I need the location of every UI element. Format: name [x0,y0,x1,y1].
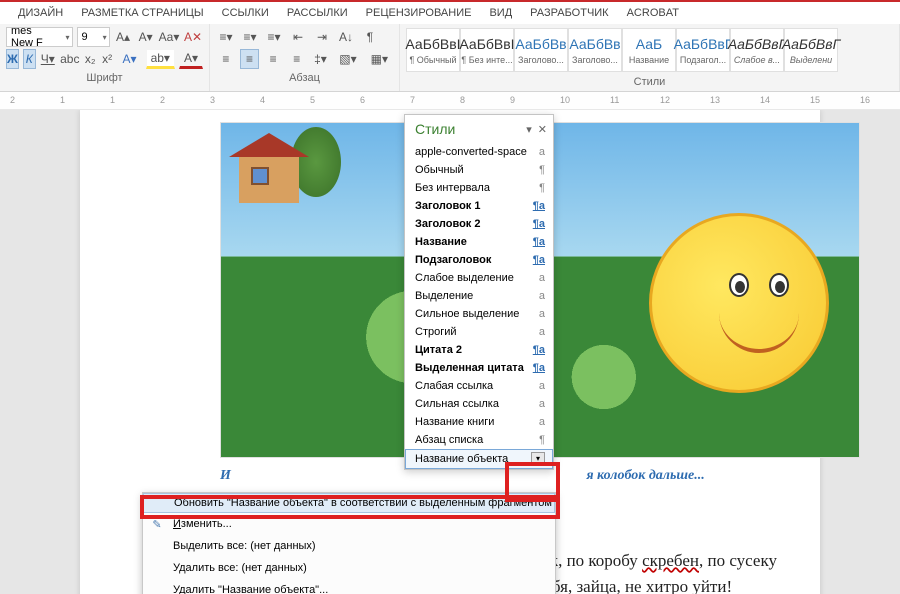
strike-button[interactable]: abc [60,49,80,69]
subscript-button[interactable]: x₂ [84,49,97,69]
style-swatch[interactable]: АаБНазвание [622,28,676,72]
task-pane-options-icon[interactable]: ▾ [526,123,532,136]
close-icon[interactable]: ✕ [538,123,547,136]
style-swatch[interactable]: АаБбВвГСлабое в... [730,28,784,72]
ctx-update-style[interactable]: Обновить "Название объекта" в соответств… [143,493,555,513]
tab-view[interactable]: ВИД [489,7,512,19]
italic-button[interactable]: К [23,49,36,69]
tab-references[interactable]: ССЫЛКИ [222,7,269,19]
multilevel-icon[interactable]: ≡▾ [264,27,284,47]
style-row[interactable]: Без интервала¶ [405,179,553,197]
style-row[interactable]: Строгийa [405,323,553,341]
text-effects-icon[interactable]: A▾ [118,49,142,69]
style-swatch[interactable]: АаБбВвІ¶ Обычный [406,28,460,72]
style-row[interactable]: Подзаголовок¶a [405,251,553,269]
style-row[interactable]: Выделенная цитата¶a [405,359,553,377]
chevron-down-icon: ▾ [65,33,69,42]
style-row[interactable]: Цитата 2¶a [405,341,553,359]
decrease-font-icon[interactable]: A▾ [136,27,155,47]
ctx-delete-style[interactable]: Удалить "Название объекта"... [143,579,555,594]
superscript-button[interactable]: x² [101,49,114,69]
style-context-menu: Обновить "Название объекта" в соответств… [142,492,556,594]
align-left-icon[interactable]: ≡ [216,49,236,69]
style-swatch[interactable]: АаБбВвЗаголово... [514,28,568,72]
ctx-delete-all[interactable]: Удалить все: (нет данных) [143,557,555,579]
font-size-select[interactable]: 9▾ [77,27,110,47]
font-group-label: Шрифт [6,70,203,86]
indent-decrease-icon[interactable]: ⇤ [288,27,308,47]
font-color-icon[interactable]: A▾ [179,49,203,69]
body-line[interactable]: л, от тебя, зайца, не хитро уйти! [500,574,900,594]
styles-pane-title: Стили [415,121,455,137]
body-line[interactable]: колобок, по коробу скребен, по сусеку [500,548,900,574]
style-row-selected[interactable]: Название объекта ▾ [405,449,553,469]
tab-acrobat[interactable]: ACROBAT [627,7,679,19]
horizontal-ruler[interactable]: 211234567891011121314151617 [0,92,900,110]
style-swatch[interactable]: АаБбВвГПодзагол... [676,28,730,72]
tab-design[interactable]: ДИЗАЙН [18,7,63,19]
style-swatch[interactable]: АаБбВвІ¶ Без инте... [460,28,514,72]
style-row[interactable]: Слабое выделениеa [405,269,553,287]
underline-button[interactable]: Ч▾ [40,49,56,69]
align-center-icon[interactable]: ≡ [240,49,260,69]
font-name-select[interactable]: mes New F▾ [6,27,73,47]
align-right-icon[interactable]: ≡ [263,49,283,69]
style-row[interactable]: Обычный¶ [405,161,553,179]
style-row[interactable]: Слабая ссылкаa [405,377,553,395]
document-area: И И покатился колобок дальше — яя колобо… [0,110,900,594]
style-row[interactable]: apple-converted-spacea [405,143,553,161]
tab-review[interactable]: РЕЦЕНЗИРОВАНИЕ [366,7,472,19]
highlight-icon[interactable]: ab▾ [146,49,175,69]
spellcheck-squiggle[interactable]: скребен [642,551,699,570]
font-group: mes New F▾ 9▾ A▴ A▾ Aa▾ A✕ Ж К Ч▾ abc x₂… [0,24,210,91]
style-swatch[interactable]: АаБбВвЗаголово... [568,28,622,72]
ribbon-tabs: ДИЗАЙН РАЗМЕТКА СТРАНИЦЫ ССЫЛКИ РАССЫЛКИ… [0,2,900,24]
modify-icon: ✎ [149,518,165,531]
line-spacing-icon[interactable]: ‡▾ [311,49,331,69]
style-row[interactable]: Выделениеa [405,287,553,305]
tab-layout[interactable]: РАЗМЕТКА СТРАНИЦЫ [81,7,203,19]
style-dropdown-icon[interactable]: ▾ [531,452,545,466]
shading-icon[interactable]: ▧▾ [334,49,361,69]
numbering-icon[interactable]: ≡▾ [240,27,260,47]
increase-font-icon[interactable]: A▴ [114,27,133,47]
style-row[interactable]: Сильная ссылкаa [405,395,553,413]
show-marks-icon[interactable]: ¶ [360,27,380,47]
styles-group: АаБбВвІ¶ ОбычныйАаБбВвІ¶ Без инте...АаБб… [400,24,900,91]
ribbon: mes New F▾ 9▾ A▴ A▾ Aa▾ A✕ Ж К Ч▾ abc x₂… [0,24,900,92]
style-row[interactable]: Заголовок 2¶a [405,215,553,233]
style-row[interactable]: Название¶a [405,233,553,251]
tab-mailings[interactable]: РАССЫЛКИ [287,7,348,19]
style-row[interactable]: Заголовок 1¶a [405,197,553,215]
indent-increase-icon[interactable]: ⇥ [312,27,332,47]
style-row[interactable]: Название книгиa [405,413,553,431]
clear-format-icon[interactable]: A✕ [183,27,203,47]
style-swatch[interactable]: АаБбВвГВыделени [784,28,838,72]
bold-button[interactable]: Ж [6,49,19,69]
chevron-down-icon: ▾ [103,33,107,42]
paragraph-group-label: Абзац [216,70,393,86]
change-case-icon[interactable]: Aa▾ [159,27,179,47]
styles-task-pane: Стили ▾ ✕ apple-converted-spaceaОбычный¶… [404,114,554,470]
bullets-icon[interactable]: ≡▾ [216,27,236,47]
ctx-select-all[interactable]: Выделить все: (нет данных) [143,535,555,557]
ctx-modify-style[interactable]: ✎ Изменить... [143,513,555,535]
borders-icon[interactable]: ▦▾ [366,49,393,69]
sort-icon[interactable]: A↓ [336,27,356,47]
justify-icon[interactable]: ≡ [287,49,307,69]
tab-developer[interactable]: РАЗРАБОТЧИК [530,7,608,19]
paragraph-group: ≡▾ ≡▾ ≡▾ ⇤ ⇥ A↓ ¶ ≡ ≡ ≡ ≡ ‡▾ ▧▾ ▦▾ Абзац [210,24,400,91]
styles-group-label: Стили [406,74,893,90]
style-row[interactable]: Абзац списка¶ [405,431,553,449]
style-row[interactable]: Сильное выделениеa [405,305,553,323]
